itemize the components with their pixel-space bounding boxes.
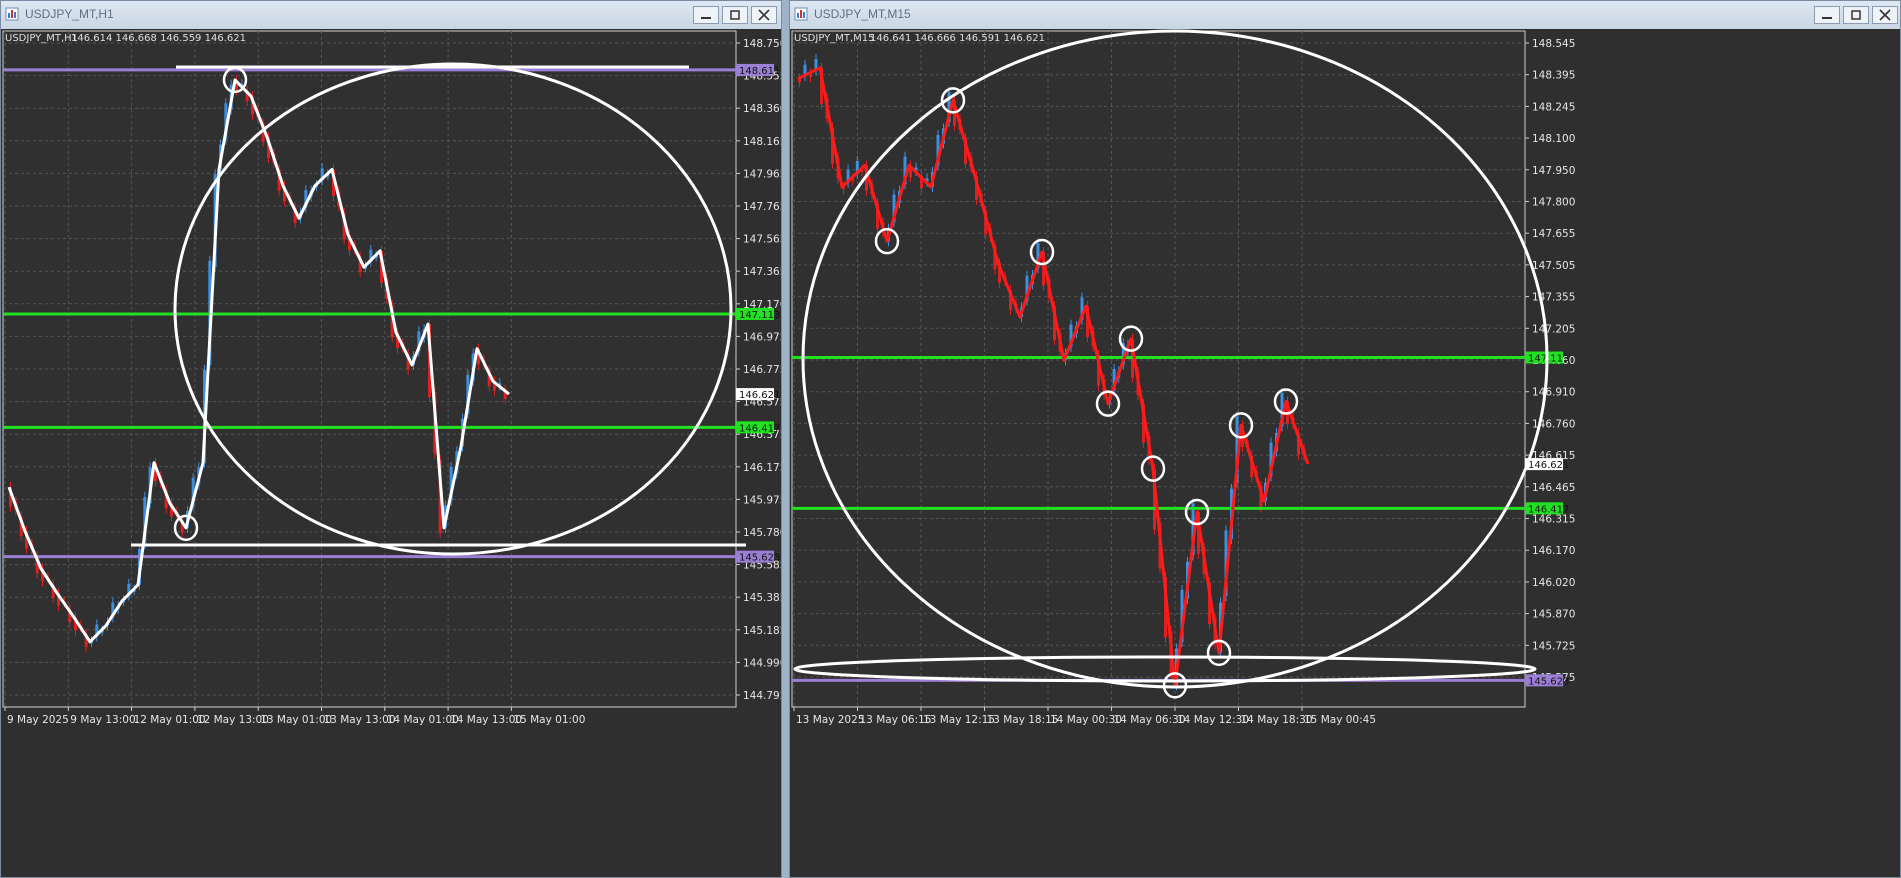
restore-icon bbox=[1851, 10, 1861, 20]
price-tick-label: 147.365 bbox=[743, 266, 781, 278]
time-tick-label: 14 May 13:00 bbox=[450, 714, 522, 726]
price-tick-label: 147.505 bbox=[1532, 260, 1575, 272]
left-chart-window[interactable]: USDJPY_MT,H1 148.750148.555148.360148.16… bbox=[0, 0, 782, 878]
level-price-label: 146.417 bbox=[739, 423, 780, 434]
chart-window-icon bbox=[794, 7, 808, 21]
time-tick-label: 14 May 18:30 bbox=[1241, 714, 1313, 726]
time-tick-label: 14 May 01:00 bbox=[387, 714, 459, 726]
chart-window-icon bbox=[5, 7, 19, 21]
right-titlebar[interactable]: USDJPY_MT,M15 bbox=[790, 1, 1900, 30]
chart-symbol-info: USDJPY_MT,H1 bbox=[5, 33, 78, 44]
time-tick-label: 13 May 12:15 bbox=[923, 714, 995, 726]
price-tick-label: 146.175 bbox=[743, 462, 781, 474]
left-titlebar[interactable]: USDJPY_MT,H1 bbox=[1, 1, 781, 30]
right-chart-window[interactable]: USDJPY_MT,M15 148.545 148.395 148.245 148.1… bbox=[789, 0, 1901, 878]
price-tick-label: 146.910 bbox=[1532, 387, 1575, 399]
price-tick-label: 147.950 bbox=[1532, 165, 1575, 177]
price-tick-label: 146.465 bbox=[1532, 482, 1575, 494]
restore-icon bbox=[730, 10, 740, 20]
time-tick-label: 14 May 06:30 bbox=[1114, 714, 1186, 726]
price-tick-label: 146.775 bbox=[743, 364, 781, 376]
time-tick-label: 13 May 13:00 bbox=[324, 714, 396, 726]
price-tick-label: 145.870 bbox=[1532, 609, 1575, 621]
close-icon bbox=[1879, 9, 1891, 21]
price-tick-label: 147.800 bbox=[1532, 197, 1575, 209]
time-tick-label: 13 May 2025 bbox=[796, 714, 864, 726]
chart-ohlc-info: 146.614 146.668 146.559 146.621 bbox=[71, 33, 246, 44]
time-tick-label: 12 May 13:00 bbox=[197, 714, 269, 726]
level-price-label: 145.623 bbox=[1528, 676, 1569, 687]
price-tick-label: 148.395 bbox=[1532, 70, 1575, 82]
level-price-label: 145.623 bbox=[739, 553, 780, 564]
price-tick-label: 147.965 bbox=[743, 168, 781, 180]
current-price-label: 146.621 bbox=[1528, 460, 1569, 471]
minimize-icon bbox=[1822, 17, 1832, 19]
price-tick-label: 147.565 bbox=[743, 234, 781, 246]
time-tick-label: 12 May 01:00 bbox=[134, 714, 206, 726]
left-plot-area[interactable]: 148.750148.555148.360148.165147.965147.7… bbox=[1, 29, 781, 877]
level-price-label: 146.417 bbox=[1528, 504, 1569, 515]
plot-frame bbox=[791, 30, 1526, 708]
price-tick-label: 148.545 bbox=[1532, 38, 1575, 50]
level-price-label: 148.611 bbox=[739, 66, 780, 77]
chart-ohlc-info: 146.641 146.666 146.591 146.621 bbox=[870, 33, 1045, 44]
time-tick-label: 15 May 01:00 bbox=[513, 714, 585, 726]
time-tick-label: 9 May 2025 bbox=[7, 714, 69, 726]
time-tick-label: 9 May 13:00 bbox=[70, 714, 135, 726]
minimize-button[interactable] bbox=[1814, 6, 1840, 24]
time-tick-label: 14 May 12:30 bbox=[1177, 714, 1249, 726]
time-tick-label: 13 May 18:15 bbox=[987, 714, 1059, 726]
price-tick-label: 147.205 bbox=[1532, 323, 1575, 335]
level-price-label: 147.113 bbox=[1528, 354, 1569, 365]
price-tick-label: 146.170 bbox=[1532, 545, 1575, 557]
price-tick-label: 148.245 bbox=[1532, 101, 1575, 113]
price-tick-label: 145.725 bbox=[1532, 640, 1575, 652]
price-tick-label: 148.165 bbox=[743, 136, 781, 148]
time-tick-label: 15 May 00:45 bbox=[1304, 714, 1376, 726]
price-tick-label: 145.185 bbox=[743, 625, 781, 637]
price-tick-label: 145.975 bbox=[743, 494, 781, 506]
price-tick-label: 147.655 bbox=[1532, 228, 1575, 240]
minimize-icon bbox=[701, 17, 711, 19]
maximize-button[interactable] bbox=[1843, 6, 1869, 24]
price-tick-label: 145.385 bbox=[743, 592, 781, 604]
left-chart-svg[interactable]: 148.750148.555148.360148.165147.965147.7… bbox=[1, 29, 781, 877]
price-tick-label: 148.100 bbox=[1532, 133, 1575, 145]
right-plot-area[interactable]: 148.545 148.395 148.245 148.100 147.950 147.8… bbox=[790, 29, 1900, 877]
right-window-title: USDJPY_MT,M15 bbox=[814, 7, 911, 21]
price-tick-label: 145.780 bbox=[743, 527, 781, 539]
price-tick-label: 146.975 bbox=[743, 331, 781, 343]
maximize-button[interactable] bbox=[722, 6, 748, 24]
minimize-button[interactable] bbox=[693, 6, 719, 24]
price-tick-label: 148.750 bbox=[743, 38, 781, 50]
close-icon bbox=[758, 9, 770, 21]
close-button[interactable] bbox=[1872, 6, 1898, 24]
right-chart-svg[interactable]: 148.545 148.395 148.245 148.100 147.950 147.8… bbox=[790, 29, 1900, 877]
time-tick-label: 13 May 06:15 bbox=[860, 714, 932, 726]
price-tick-label: 147.765 bbox=[743, 201, 781, 213]
time-tick-label: 13 May 01:00 bbox=[260, 714, 332, 726]
price-tick-label: 148.360 bbox=[743, 103, 781, 115]
price-tick-label: 144.990 bbox=[743, 657, 781, 669]
close-button[interactable] bbox=[751, 6, 777, 24]
level-price-label: 147.113 bbox=[739, 310, 780, 321]
current-price-label: 146.621 bbox=[739, 390, 780, 401]
price-tick-label: 144.795 bbox=[743, 690, 781, 702]
left-window-title: USDJPY_MT,H1 bbox=[25, 7, 114, 21]
chart-symbol-info: USDJPY_MT,M15 bbox=[794, 33, 875, 44]
time-tick-label: 14 May 00:30 bbox=[1050, 714, 1122, 726]
price-tick-label: 146.020 bbox=[1532, 577, 1575, 589]
